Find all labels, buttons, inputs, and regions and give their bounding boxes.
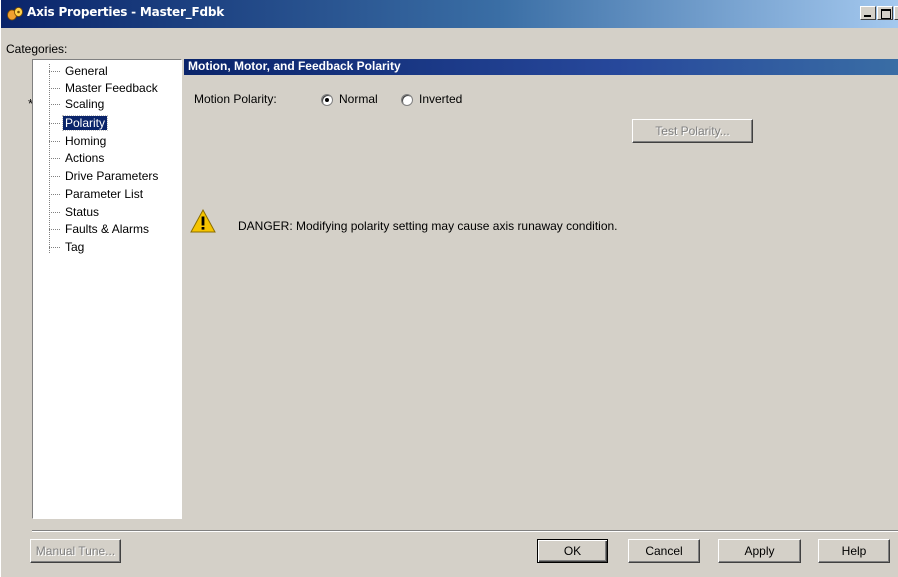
window-title: Axis Properties - Master_Fdbk bbox=[27, 5, 225, 19]
help-button[interactable]: Help bbox=[818, 539, 890, 563]
tree-item-label: Tag bbox=[65, 240, 85, 254]
tree-item-label: Master Feedback bbox=[65, 81, 158, 95]
tree-item-label: Status bbox=[65, 205, 100, 219]
apply-button[interactable]: Apply bbox=[718, 539, 801, 563]
minimize-button[interactable] bbox=[860, 6, 876, 20]
tree-item-label: Faults & Alarms bbox=[65, 222, 150, 236]
danger-warning-text: DANGER: Modifying polarity setting may c… bbox=[238, 219, 618, 233]
tree-item-label: Polarity bbox=[61, 115, 109, 131]
tree-item-label: Homing bbox=[65, 134, 107, 148]
title-bar[interactable]: Axis Properties - Master_Fdbk bbox=[1, 0, 898, 28]
inverted-radio-label[interactable]: Inverted bbox=[419, 92, 462, 106]
footer-separator bbox=[32, 530, 898, 532]
axis-app-icon bbox=[7, 7, 23, 21]
cancel-button[interactable]: Cancel bbox=[628, 539, 700, 563]
inverted-radio[interactable] bbox=[401, 94, 413, 106]
ok-button[interactable]: OK bbox=[537, 539, 608, 563]
categories-tree[interactable]: General Master Feedback Scaling Polarity… bbox=[32, 59, 182, 519]
warning-triangle-icon bbox=[190, 208, 216, 233]
normal-radio[interactable] bbox=[321, 94, 333, 106]
manual-tune-button[interactable]: Manual Tune... bbox=[30, 539, 121, 563]
motion-polarity-label: Motion Polarity: bbox=[194, 92, 277, 106]
tree-item-label: Scaling bbox=[65, 97, 105, 111]
test-polarity-button[interactable]: Test Polarity... bbox=[632, 119, 753, 143]
close-button[interactable] bbox=[894, 6, 898, 20]
tree-item-label: Actions bbox=[65, 151, 105, 165]
panel-header: Motion, Motor, and Feedback Polarity bbox=[184, 59, 898, 75]
tree-item-label: General bbox=[65, 64, 108, 78]
tree-item-label: Drive Parameters bbox=[65, 169, 159, 183]
normal-radio-label[interactable]: Normal bbox=[339, 92, 378, 106]
maximize-button[interactable] bbox=[877, 6, 893, 20]
tree-item-label: Parameter List bbox=[65, 187, 144, 201]
axis-properties-window: Axis Properties - Master_Fdbk Categories… bbox=[0, 0, 898, 577]
categories-label: Categories: bbox=[6, 42, 68, 56]
